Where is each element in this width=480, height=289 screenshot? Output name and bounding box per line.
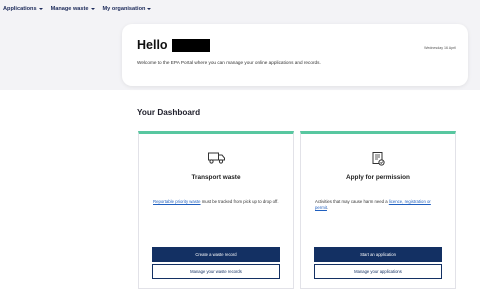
nav-item-label: My organisation: [102, 6, 146, 12]
card-description: Activities that may cause harm need a li…: [315, 199, 443, 211]
nav-item-label: Manage waste: [50, 6, 89, 12]
welcome-card: Hello Welcome to the EPA Portal where yo…: [122, 24, 468, 86]
card-description: Reportable priority waste must be tracke…: [153, 199, 281, 205]
card-icon-wrap: [301, 152, 455, 166]
chevron-down-icon: [147, 8, 152, 10]
nav-item-manage-waste[interactable]: Manage waste: [51, 6, 95, 12]
truck-icon: [207, 152, 225, 164]
dashboard-title: Your Dashboard: [137, 108, 201, 117]
chevron-down-icon: [90, 8, 95, 10]
nav-item-applications[interactable]: Applications: [3, 6, 43, 12]
top-nav: Applications Manage waste My organisatio…: [0, 0, 480, 18]
welcome-message: Welcome to the EPA Portal where you can …: [137, 60, 321, 65]
card-description-text: must be tracked from pick up to drop off…: [200, 199, 279, 204]
card-title: Transport waste: [191, 174, 241, 181]
current-date: Wednesday 16 April: [424, 46, 456, 50]
manage-applications-button[interactable]: Manage your applications: [314, 264, 442, 279]
card-title: Apply for permission: [346, 174, 410, 181]
create-waste-record-button[interactable]: Create a waste record: [152, 247, 280, 262]
manage-waste-records-button[interactable]: Manage your waste records: [152, 264, 280, 279]
start-application-button[interactable]: Start an application: [314, 247, 442, 262]
greeting-row: Hello: [137, 38, 210, 52]
card-icon-wrap: [139, 152, 293, 164]
apply-for-permission-card: Apply for permission Activities that may…: [300, 131, 456, 289]
chevron-down-icon: [38, 8, 43, 10]
reportable-priority-waste-link[interactable]: Reportable priority waste: [153, 199, 201, 204]
nav-item-my-organisation[interactable]: My organisation: [103, 6, 152, 12]
nav-item-label: Applications: [3, 6, 37, 12]
card-description-text: Activities that may cause harm need a: [315, 199, 389, 204]
card-description-end: .: [326, 205, 329, 211]
greeting-heading: Hello: [137, 38, 168, 52]
transport-waste-card: Transport waste Reportable priority wast…: [138, 131, 294, 289]
document-check-icon: [372, 152, 385, 166]
redacted-user-name: [171, 38, 210, 52]
